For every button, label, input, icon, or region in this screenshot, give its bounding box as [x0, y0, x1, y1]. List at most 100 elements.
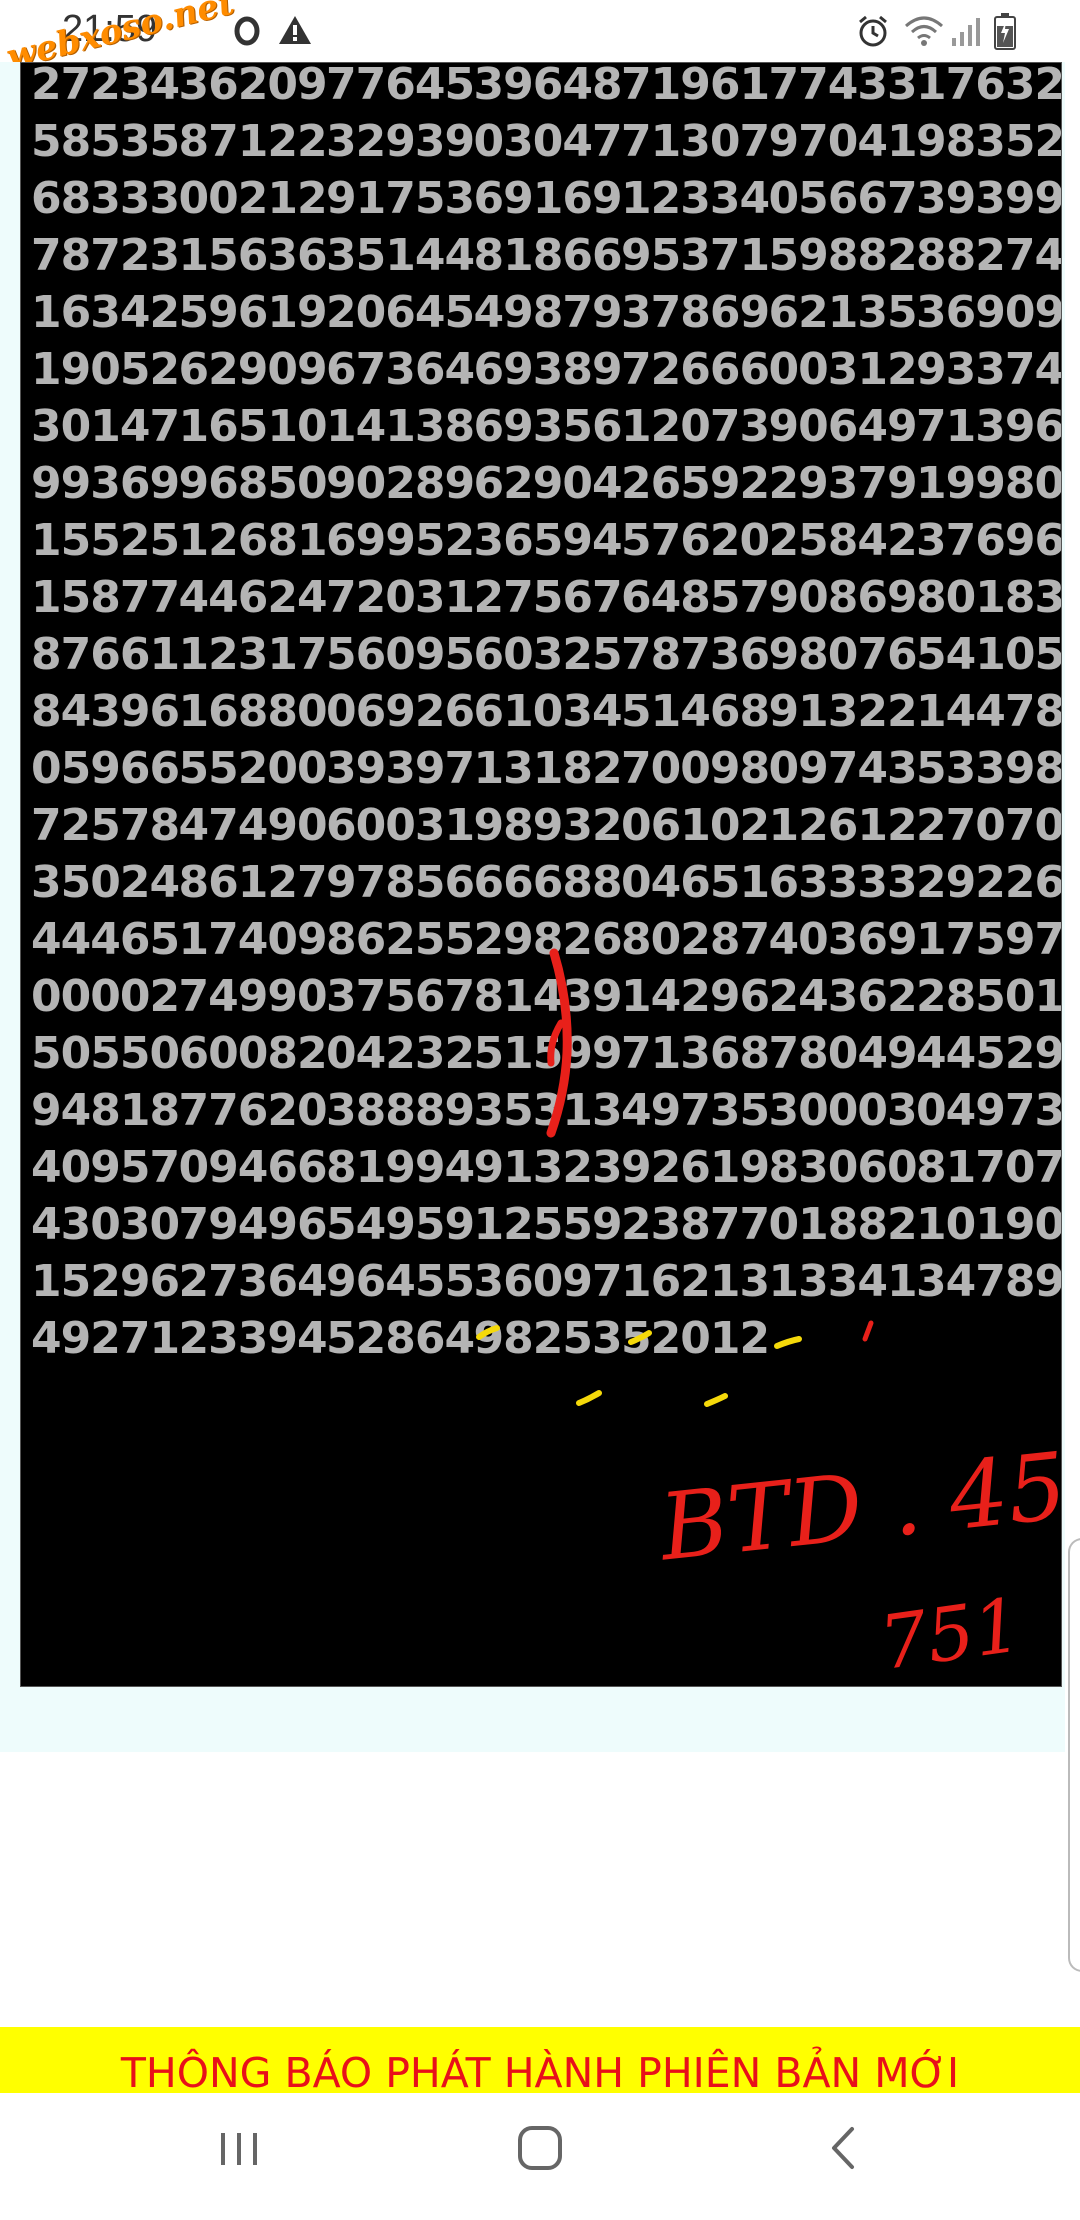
number-cell: 35024 — [31, 857, 180, 908]
number-row: 40957 09466 81994 91323 92619 83060 81707 — [31, 1139, 1061, 1196]
number-cell: 23394 — [178, 1313, 328, 1364]
number-cell: 04232 — [326, 1028, 475, 1079]
number-cell: 69389 — [473, 344, 623, 395]
number-cell: 49879 — [473, 287, 623, 338]
back-icon[interactable] — [822, 2123, 862, 2173]
handwritten-note-line2: 751 — [875, 1582, 1027, 1686]
number-cell: 12612 — [768, 800, 918, 851]
number-cell: 77645 — [326, 62, 475, 110]
alarm-icon — [859, 15, 887, 47]
number-cell: 81866 — [473, 230, 623, 281]
number-cell: 90869 — [768, 572, 918, 623]
number-cell: 17597 — [916, 914, 1062, 965]
number-cell: 80287 — [621, 914, 770, 965]
number-cell: 16510 — [178, 401, 328, 452]
number-cell: 51599 — [473, 1028, 623, 1079]
yellow-mark — [576, 1390, 602, 1406]
number-cell: 14296 — [621, 971, 770, 1022]
number-row: 30147 16510 14138 69356 12073 90649 71396 — [31, 398, 1061, 455]
number-cell: 37869 — [621, 287, 770, 338]
number-cell: 72666 — [621, 344, 770, 395]
number-cell: 12681 — [178, 515, 328, 566]
number-cell: 90289 — [326, 458, 475, 509]
number-row: 68333 00212 91753 69169 12334 05667 39399 — [31, 170, 1061, 227]
number-cell: 04651 — [621, 857, 770, 908]
number-cell: 15877 — [31, 572, 180, 623]
number-cell: 17632 — [916, 62, 1062, 110]
number-cell: 72578 — [31, 800, 180, 851]
number-cell: 78736 — [621, 629, 770, 680]
new-version-notice-banner[interactable]: THÔNG BÁO PHÁT HÀNH PHIÊN BẢN MỚI — [0, 2027, 1080, 2093]
number-cell: 98932 — [473, 800, 623, 851]
number-cell: 36209 — [178, 62, 328, 110]
number-cell: 52864 — [326, 1313, 475, 1364]
yellow-mark — [704, 1393, 728, 1407]
number-cell: 51468 — [621, 686, 770, 737]
number-cell: 47490 — [178, 800, 328, 851]
number-cell: 98352 — [916, 116, 1062, 167]
number-cell: 19052 — [31, 344, 180, 395]
number-cell: 15296 — [31, 1256, 180, 1307]
number-cell: 78723 — [31, 230, 180, 281]
number-cell: 70098 — [621, 743, 770, 794]
number-cell: 28501 — [916, 971, 1062, 1022]
number-cell: 58535 — [31, 116, 180, 167]
number-cell: 49271 — [31, 1313, 180, 1364]
number-cell: 87122 — [178, 116, 328, 167]
number-cell: 66688 — [473, 857, 623, 908]
number-cell: 69169 — [473, 173, 623, 224]
number-row: 15525 12681 69952 36594 57620 25842 37696 — [31, 512, 1061, 569]
number-cell: 37696 — [916, 515, 1062, 566]
number-cell: 16342 — [31, 287, 180, 338]
handwritten-note-line1: BTD . 451 — [653, 1426, 1061, 1581]
number-cell: 27070 — [916, 800, 1062, 851]
number-cell: 86127 — [178, 857, 328, 908]
number-cell: 05667 — [768, 173, 918, 224]
number-cell: 80183 — [916, 572, 1062, 623]
number-cell: 30147 — [31, 401, 180, 452]
signal-icon — [952, 18, 980, 46]
number-cell: 96850 — [178, 458, 328, 509]
number-row: 27234 36209 77645 39648 71961 77433 17632 — [31, 62, 1062, 113]
number-row: 15296 27364 96455 36097 16213 13341 34789 — [31, 1253, 1061, 1310]
number-cell: 24362 — [768, 971, 918, 1022]
number-cell: 05966 — [31, 743, 180, 794]
number-cell: 32939 — [326, 116, 475, 167]
number-cell: 90649 — [768, 401, 918, 452]
number-row: 78723 15636 35144 81866 95371 59882 88274 — [31, 227, 1061, 284]
number-cell: 12073 — [621, 401, 770, 452]
scroll-handle[interactable] — [1068, 1538, 1080, 1972]
number-cell: 81707 — [916, 1142, 1062, 1193]
number-row: 72578 47490 60031 98932 06102 12612 27070 — [31, 797, 1061, 854]
home-icon[interactable] — [515, 2123, 565, 2173]
number-cell: 91753 — [326, 173, 475, 224]
number-cell: 10190 — [916, 1199, 1062, 1250]
number-cell: 36097 — [473, 1256, 623, 1307]
number-row: 44465 17409 86255 29826 80287 40369 17597 — [31, 911, 1061, 968]
number-board-image: 5050137400999378248816055575551554527234… — [20, 62, 1062, 1687]
number-cell: 81439 — [473, 971, 623, 1022]
number-cell: 59619 — [178, 287, 328, 338]
number-row: 43030 79496 54959 12559 23877 01882 10190 — [31, 1196, 1061, 1253]
number-row: 87661 12317 56095 60325 78736 98076 54105 — [31, 626, 1061, 683]
number-cell: 09466 — [178, 1142, 328, 1193]
number-row: 99369 96850 90289 62904 26592 29379 19980 — [31, 455, 1061, 512]
number-cell: 09743 — [768, 743, 918, 794]
number-cell: 00002 — [31, 971, 180, 1022]
number-cell: 79496 — [178, 1199, 328, 1250]
number-cell: 61034 — [473, 686, 623, 737]
number-row: 49271 23394 52864 98253 52012 — [31, 1310, 1061, 1367]
number-cell: 54105 — [916, 629, 1062, 680]
number-cell: 87661 — [31, 629, 180, 680]
number-cell: 00312 — [768, 344, 918, 395]
number-cell: 44465 — [31, 914, 180, 965]
number-cell: 63333 — [768, 857, 918, 908]
number-cell: 62904 — [473, 458, 623, 509]
number-cell: 29826 — [473, 914, 623, 965]
number-row: 94818 77620 38889 35313 49735 30003 04973 — [31, 1082, 1061, 1139]
recent-apps-icon[interactable] — [215, 2123, 263, 2173]
number-row: 19052 62909 67364 69389 72666 00312 93374 — [31, 341, 1061, 398]
number-cell: 36909 — [916, 287, 1062, 338]
number-row: 84396 16880 06926 61034 51468 91322 14478 — [31, 683, 1061, 740]
number-cell: 40957 — [31, 1142, 180, 1193]
